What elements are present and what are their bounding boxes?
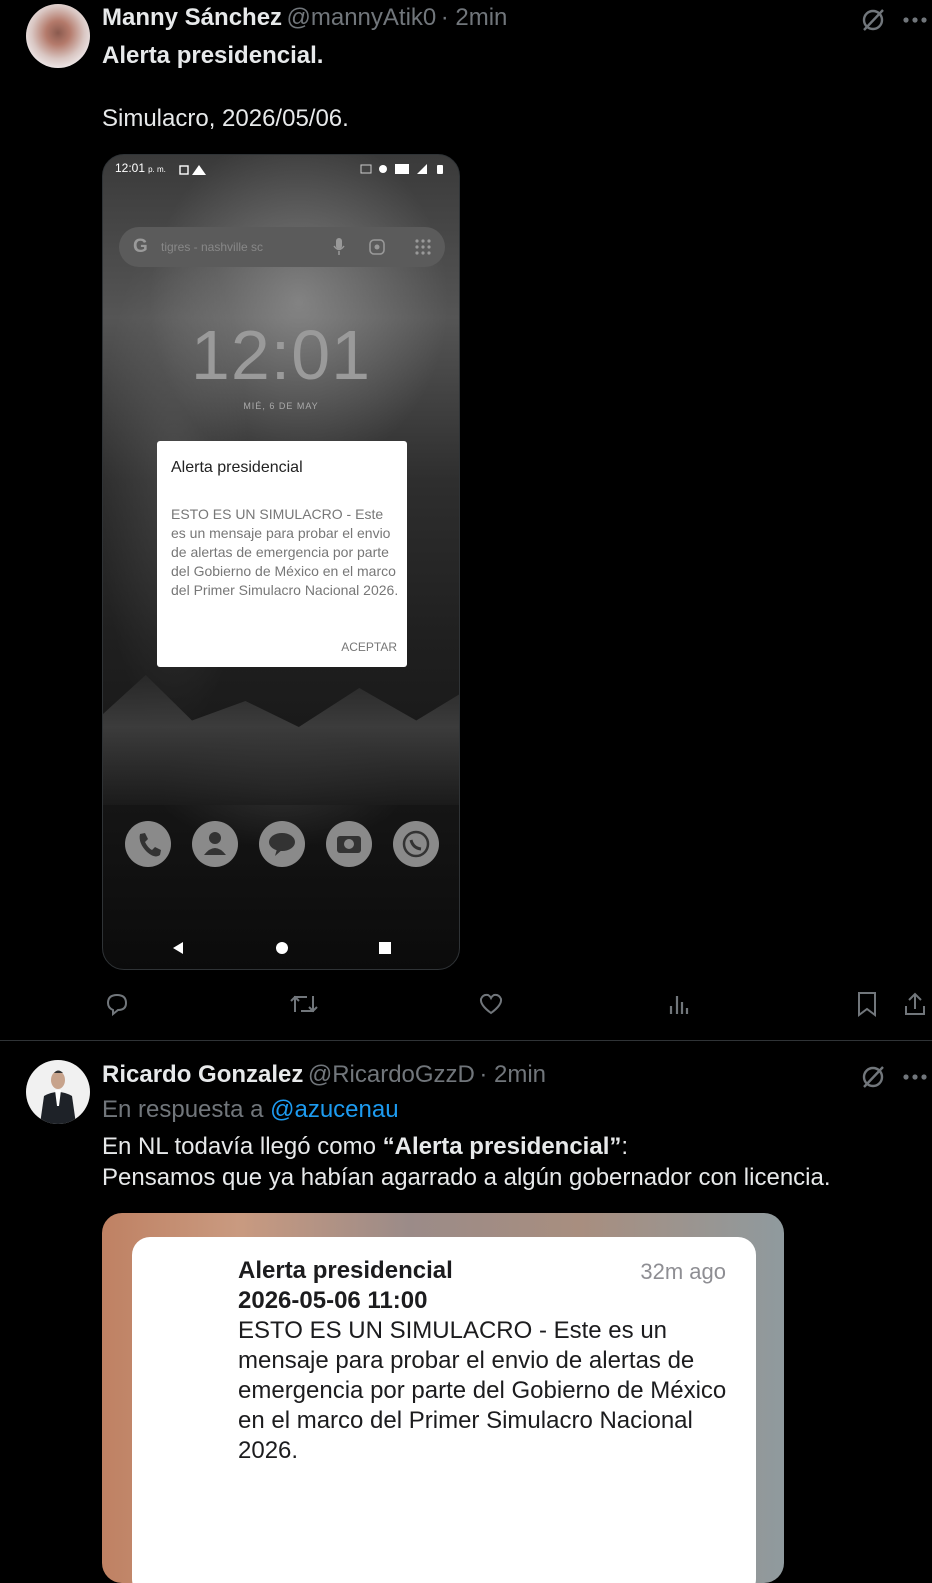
google-g-icon: G [133, 236, 148, 257]
contacts-app-icon[interactable] [192, 821, 238, 867]
tweet-1-text-line2: Simulacro, 2026/05/06. [102, 105, 349, 132]
text-post: : [621, 1133, 629, 1160]
views-icon[interactable] [664, 989, 694, 1019]
text-bold: “Alerta presidencial” [382, 1133, 622, 1160]
grok-slash-icon[interactable] [858, 5, 888, 35]
alert-dialog: Alerta presidencial ESTO ES UN SIMULACRO… [157, 441, 407, 667]
tweet-2-header: Ricardo Gonzalez @RicardoGzzD · 2min [102, 1061, 546, 1089]
tweet-1-image[interactable]: 12:01 p. m. G tigres - nashville sc 12:0… [102, 154, 460, 970]
nav-back-icon[interactable] [171, 941, 185, 960]
notification-title: Alerta presidencial [238, 1257, 453, 1284]
display-name[interactable]: Manny Sánchez [102, 4, 282, 31]
notification-datetime: 2026-05-06 11:00 [238, 1287, 428, 1314]
avatar-ricardo[interactable] [26, 1060, 90, 1124]
reply-to-link[interactable]: @azucenau [270, 1096, 398, 1123]
more-icon[interactable] [900, 5, 930, 35]
tweet-2-text-line1: En NL todavía llegó como “Alerta preside… [102, 1131, 628, 1162]
lockscreen-clock: 12:01 [190, 316, 372, 394]
display-name[interactable]: Ricardo Gonzalez [102, 1061, 303, 1088]
notification-age: 32m ago [640, 1259, 726, 1284]
reply-icon[interactable] [102, 989, 132, 1019]
search-text: tigres - nashville sc [161, 240, 264, 254]
wallpaper-mountains [103, 675, 459, 805]
tweet-1-text-line1: Alerta presidencial. [102, 42, 324, 69]
mic-icon[interactable] [333, 238, 345, 261]
avatar-manny[interactable] [26, 4, 90, 68]
share-icon[interactable] [900, 989, 930, 1019]
status-bar-time: 12:01 p. m. [115, 161, 166, 175]
dialog-body: ESTO ES UN SIMULACRO - Este es un mensaj… [171, 506, 399, 598]
google-search-bar[interactable]: G tigres - nashville sc [119, 227, 445, 267]
repost-icon[interactable] [288, 989, 320, 1019]
bookmark-icon[interactable] [852, 989, 882, 1019]
timestamp[interactable]: · 2min [441, 4, 508, 31]
apps-grid-icon[interactable] [415, 239, 431, 260]
tweet-2-image[interactable]: Alerta presidencial 32m ago 2026-05-06 1… [102, 1213, 784, 1583]
handle[interactable]: @mannyAtik0 [287, 4, 437, 31]
reply-prefix: En respuesta a [102, 1096, 264, 1123]
messages-app-icon[interactable] [259, 821, 305, 867]
status-bar-left-icons [179, 163, 219, 181]
timestamp[interactable]: · 2min [479, 1061, 546, 1088]
tweet-divider [0, 1040, 932, 1041]
nav-home-icon[interactable] [275, 941, 289, 960]
whatsapp-app-icon[interactable] [393, 821, 439, 867]
handle[interactable]: @RicardoGzzD [308, 1061, 475, 1088]
text-pre: En NL todavía llegó como [102, 1133, 383, 1160]
notification-body: ESTO ES UN SIMULACRO - Este es un mensaj… [238, 1317, 727, 1464]
phone-app-icon[interactable] [125, 821, 171, 867]
status-bar-right-icons [359, 162, 451, 180]
tweet-2-text-line2: Pensamos que ya habían agarrado a algún … [102, 1164, 831, 1191]
tweet-1-header: Manny Sánchez @mannyAtik0 · 2min [102, 4, 507, 32]
like-icon[interactable] [476, 989, 506, 1019]
more-icon[interactable] [900, 1062, 930, 1092]
accept-button[interactable]: ACEPTAR [341, 640, 397, 654]
grok-slash-icon[interactable] [858, 1062, 888, 1092]
notification-card: Alerta presidencial 32m ago 2026-05-06 1… [132, 1237, 756, 1583]
dialog-title: Alerta presidencial [171, 459, 303, 476]
reply-context: En respuesta a @azucenau [102, 1096, 399, 1124]
lens-icon[interactable] [369, 239, 385, 260]
nav-recents-icon[interactable] [378, 941, 392, 960]
lockscreen-date: MIÉ, 6 DE MAY [243, 401, 319, 411]
camera-app-icon[interactable] [326, 821, 372, 867]
